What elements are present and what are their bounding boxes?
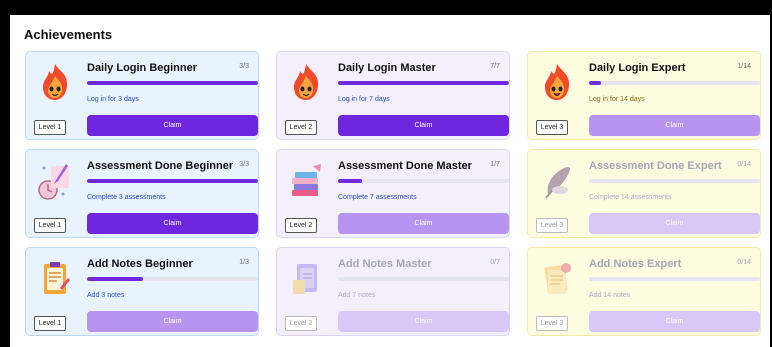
- progress-count: 1/14: [737, 63, 751, 70]
- progress-count: 1/3: [239, 259, 249, 266]
- achievement-card: Assessment Done Beginner 3/3 Complete 3 …: [25, 149, 259, 238]
- books-icon: [292, 164, 321, 196]
- card-title: Add Notes Beginner: [87, 258, 193, 270]
- progress-bar: [589, 179, 760, 183]
- progress-fill: [87, 81, 258, 85]
- card-description: Complete 7 assessments: [338, 194, 417, 201]
- flame-mascot-icon: [294, 64, 319, 100]
- progress-count: 0/14: [737, 161, 751, 168]
- card-description: Complete 14 assessments: [589, 194, 672, 201]
- claim-button[interactable]: Claim: [338, 311, 509, 332]
- progress-fill: [338, 81, 509, 85]
- progress-bar: [87, 81, 258, 85]
- achievement-card: Assessment Done Expert 0/14 Complete 14 …: [527, 149, 761, 238]
- level-badge: Level 2: [285, 316, 317, 331]
- progress-bar: [338, 277, 509, 281]
- progress-bar: [589, 81, 760, 85]
- claim-button[interactable]: Claim: [589, 311, 760, 332]
- achievements-panel: Achievements Daily Login Beginner 3/3 Lo…: [10, 15, 770, 347]
- card-description: Add 7 notes: [338, 292, 376, 299]
- notebook-icon: [293, 264, 317, 294]
- clipboard-pen-icon: [38, 164, 69, 200]
- progress-count: 0/14: [737, 259, 751, 266]
- progress-bar: [87, 277, 258, 281]
- page-title: Achievements: [24, 27, 113, 42]
- card-description: Log in for 3 days: [87, 96, 139, 103]
- level-badge: Level 1: [34, 120, 66, 135]
- progress-count: 3/3: [239, 63, 249, 70]
- notepad-icon: [44, 262, 70, 294]
- quill-icon: [545, 166, 571, 199]
- progress-bar: [338, 179, 509, 183]
- progress-count: 1/7: [490, 161, 500, 168]
- progress-bar: [589, 277, 760, 281]
- level-badge: Level 1: [34, 218, 66, 233]
- card-title: Assessment Done Master: [338, 160, 472, 172]
- card-description: Add 3 notes: [87, 292, 125, 299]
- progress-bar: [87, 179, 258, 183]
- claim-button[interactable]: Claim: [589, 213, 760, 234]
- card-title: Daily Login Beginner: [87, 62, 198, 74]
- achievement-card: Add Notes Beginner 1/3 Add 3 notes Level…: [25, 247, 259, 336]
- level-badge: Level 3: [536, 316, 568, 331]
- progress-count: 0/7: [490, 259, 500, 266]
- claim-button[interactable]: Claim: [338, 115, 509, 136]
- achievement-card: Daily Login Master 7/7 Log in for 7 days…: [276, 51, 510, 140]
- notes-icon: [544, 263, 571, 294]
- level-badge: Level 2: [285, 120, 317, 135]
- achievement-card: Add Notes Expert 0/14 Add 14 notes Level…: [527, 247, 761, 336]
- progress-fill: [87, 179, 258, 183]
- card-title: Add Notes Master: [338, 258, 432, 270]
- progress-fill: [589, 81, 601, 85]
- progress-count: 3/3: [239, 161, 249, 168]
- progress-bar: [338, 81, 509, 85]
- flame-mascot-icon: [43, 64, 68, 100]
- flame-mascot-icon: [545, 64, 570, 100]
- card-title: Daily Login Master: [338, 62, 436, 74]
- progress-fill: [87, 277, 144, 281]
- card-description: Complete 3 assessments: [87, 194, 166, 201]
- achievement-card: Assessment Done Master 1/7 Complete 7 as…: [276, 149, 510, 238]
- progress-fill: [338, 179, 362, 183]
- achievement-card: Daily Login Beginner 3/3 Log in for 3 da…: [25, 51, 259, 140]
- card-title: Assessment Done Beginner: [87, 160, 234, 172]
- claim-button[interactable]: Claim: [338, 213, 509, 234]
- card-title: Add Notes Expert: [589, 258, 682, 270]
- claim-button[interactable]: Claim: [589, 115, 760, 136]
- claim-button[interactable]: Claim: [87, 311, 258, 332]
- card-title: Assessment Done Expert: [589, 160, 722, 172]
- card-description: Add 14 notes: [589, 292, 631, 299]
- card-description: Log in for 7 days: [338, 96, 390, 103]
- level-badge: Level 3: [536, 218, 568, 233]
- card-title: Daily Login Expert: [589, 62, 686, 74]
- level-badge: Level 2: [285, 218, 317, 233]
- level-badge: Level 3: [536, 120, 568, 135]
- claim-button[interactable]: Claim: [87, 213, 258, 234]
- card-description: Log in for 14 days: [589, 96, 645, 103]
- claim-button[interactable]: Claim: [87, 115, 258, 136]
- achievement-card: Daily Login Expert 1/14 Log in for 14 da…: [527, 51, 761, 140]
- achievement-card: Add Notes Master 0/7 Add 7 notes Level 2…: [276, 247, 510, 336]
- level-badge: Level 1: [34, 316, 66, 331]
- progress-count: 7/7: [490, 63, 500, 70]
